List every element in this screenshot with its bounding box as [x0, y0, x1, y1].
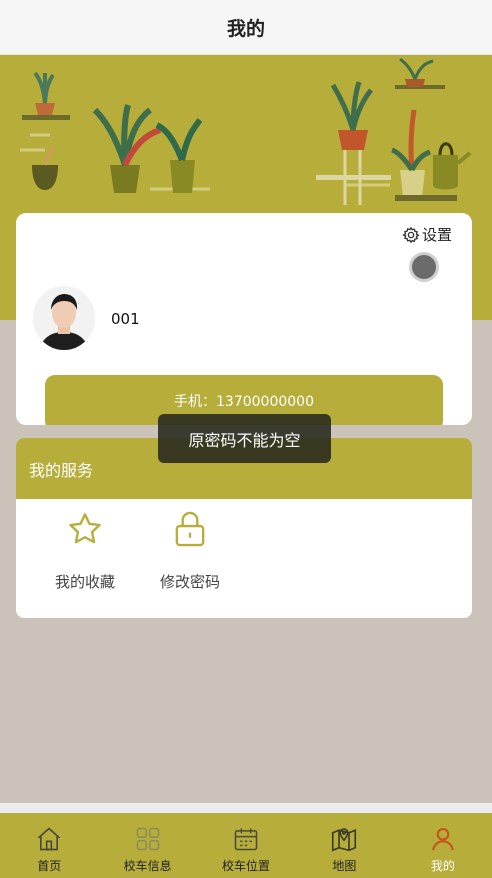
lock-icon [175, 511, 205, 547]
tab-label: 地图 [332, 859, 357, 873]
calendar-icon [234, 828, 258, 851]
grid-icon [136, 827, 159, 851]
service-item-label: 修改密码 [159, 573, 220, 591]
profile-card: 设置 001 手机：13700000000 [16, 213, 472, 425]
star-icon [69, 513, 101, 544]
service-item-change-password[interactable]: 修改密码 [145, 510, 235, 592]
tab-bar: 首页 校车信息 校车位置 地图 我的 [0, 813, 492, 878]
tab-map[interactable]: 地图 [295, 813, 393, 878]
toast-message: 原密码不能为空 [158, 414, 331, 463]
tab-label: 校车信息 [123, 859, 172, 873]
service-item-label: 我的收藏 [54, 573, 115, 591]
service-item-favorites[interactable]: 我的收藏 [40, 510, 130, 592]
tab-home[interactable]: 首页 [0, 813, 98, 878]
my-services-card: 我的服务 我的收藏 修改密码 [16, 438, 472, 618]
tab-label: 首页 [37, 859, 62, 873]
settings-button[interactable]: 设置 [402, 224, 452, 245]
nav-bar: 我的 [0, 0, 492, 55]
toast-text: 原密码不能为空 [188, 430, 301, 450]
services-title: 我的服务 [29, 460, 94, 480]
gear-icon [402, 226, 420, 243]
toggle-button[interactable] [409, 252, 439, 282]
tab-label: 校车位置 [222, 859, 271, 873]
user-icon [431, 828, 454, 851]
settings-label: 设置 [421, 226, 452, 244]
tab-bus-info[interactable]: 校车信息 [98, 813, 196, 878]
avatar[interactable] [33, 286, 95, 350]
tab-label: 我的 [430, 859, 455, 873]
tab-bus-location[interactable]: 校车位置 [197, 813, 295, 878]
divider [0, 803, 492, 813]
username: 001 [111, 310, 140, 328]
map-icon [332, 828, 357, 852]
page-title: 我的 [226, 17, 265, 40]
tab-mine[interactable]: 我的 [394, 813, 492, 878]
home-icon [38, 827, 61, 851]
